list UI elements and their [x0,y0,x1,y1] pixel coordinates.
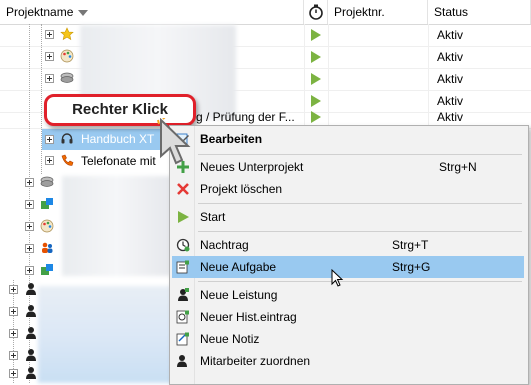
mouse-cursor-large-icon [157,118,191,165]
task-icon [176,260,189,274]
menu-item-label: Neue Aufgabe [200,260,277,274]
status-text: Aktiv [437,50,464,64]
palette-icon [60,49,74,63]
menu-item-neue-notiz[interactable]: Neue Notiz [172,328,524,350]
menu-item-label: Bearbeiten [200,132,263,146]
column-header-timer[interactable] [304,0,328,24]
person-icon [26,349,36,361]
headset-icon [61,133,73,144]
menu-item-nachtrag[interactable]: Nachtrag Strg+T [172,234,524,256]
expand-icon[interactable] [9,351,18,360]
context-menu: Bearbeiten Neues Unterprojekt Strg+N Pro… [169,125,529,385]
sort-down-icon[interactable] [78,9,89,16]
person-icon [26,367,36,379]
menu-item-neue-leistung[interactable]: Neue Leistung [172,284,524,306]
assign-person-icon [177,355,187,367]
expand-icon[interactable] [9,329,18,338]
note-icon [176,332,189,346]
status-text: Aktiv [437,72,464,86]
menu-item-shortcut: Strg+T [392,238,429,252]
table-row[interactable]: Aktiv [0,46,531,68]
palette-icon [40,219,54,233]
menu-item-projekt-loeschen[interactable]: Projekt löschen [172,178,524,200]
menu-item-label: Neue Leistung [200,288,278,302]
expand-icon[interactable] [25,244,34,253]
expand-icon[interactable] [25,266,34,275]
start-timer-icon[interactable] [311,51,321,63]
column-header-status-label: Status [434,5,469,19]
start-timer-icon[interactable] [311,73,321,85]
clock-icon [176,238,190,252]
column-header-projektnr-label: Projektnr. [334,5,385,19]
menu-item-mitarbeiter-zuordnen[interactable]: Mitarbeiter zuordnen [172,350,524,372]
expand-icon[interactable] [25,200,34,209]
play-icon [178,211,189,223]
expand-icon[interactable] [9,285,18,294]
menu-item-shortcut: Strg+G [392,260,431,274]
menu-item-neuer-hist-eintrag[interactable]: Neuer Hist.eintrag [172,306,524,328]
puzzle-icon [41,198,53,209]
menu-item-label: Neues Unterprojekt [200,160,304,174]
status-text: Aktiv [437,28,464,42]
expand-icon[interactable] [9,307,18,316]
menu-item-shortcut: Strg+N [439,160,477,174]
table-row[interactable]: Aktiv [0,24,531,46]
delete-x-icon [177,183,189,195]
puzzle-icon [41,264,53,275]
stack-icon [60,72,74,83]
menu-item-label: Neue Notiz [200,332,260,346]
stopwatch-icon [309,4,323,20]
person-icon [26,327,36,339]
service-icon [178,288,189,301]
column-header-projektnr[interactable]: Projektnr. [328,0,428,24]
menu-separator [198,154,522,155]
start-timer-icon[interactable] [311,29,321,41]
menu-item-label: Nachtrag [200,238,249,252]
expand-icon[interactable] [45,156,54,165]
menu-item-label: Mitarbeiter zuordnen [200,354,311,368]
expand-icon[interactable] [45,30,54,39]
column-header: Projektname Projektnr. Status [0,0,531,25]
menu-item-label: Projekt löschen [200,182,283,196]
person-icon [26,305,36,317]
obscured-project-names [38,286,173,383]
start-timer-icon[interactable] [311,111,321,123]
project-name: Handbuch XT [81,132,155,146]
table-row[interactable]: Aktiv [0,68,531,90]
menu-separator [198,203,522,204]
expand-icon[interactable] [25,222,34,231]
expand-icon[interactable] [45,52,54,61]
project-name: Telefonate mit [81,154,156,168]
menu-separator [198,281,522,282]
obscured-project-names [62,176,172,276]
column-header-projektname[interactable]: Projektname [0,0,304,24]
menu-item-label: Start [200,210,226,224]
history-icon [176,310,189,324]
person-icon [26,283,36,295]
expand-icon[interactable] [45,74,54,83]
menu-item-label: Neuer Hist.eintrag [200,310,297,324]
phone-icon [61,154,74,166]
column-header-projektname-label: Projektname [6,5,74,19]
menu-item-start[interactable]: Start [172,206,524,228]
menu-item-neue-aufgabe[interactable]: Neue Aufgabe Strg+G [172,256,524,278]
expand-icon[interactable] [45,135,54,144]
menu-item-bearbeiten[interactable]: Bearbeiten [172,128,524,150]
menu-separator [198,231,522,232]
column-header-status[interactable]: Status [428,0,531,24]
star-icon [60,27,74,41]
menu-item-neues-unterprojekt[interactable]: Neues Unterprojekt Strg+N [172,156,524,178]
people-icon [42,242,53,253]
stack-icon [40,176,54,187]
mouse-cursor-icon [331,269,344,287]
expand-icon[interactable] [25,178,34,187]
expand-icon[interactable] [9,369,18,378]
